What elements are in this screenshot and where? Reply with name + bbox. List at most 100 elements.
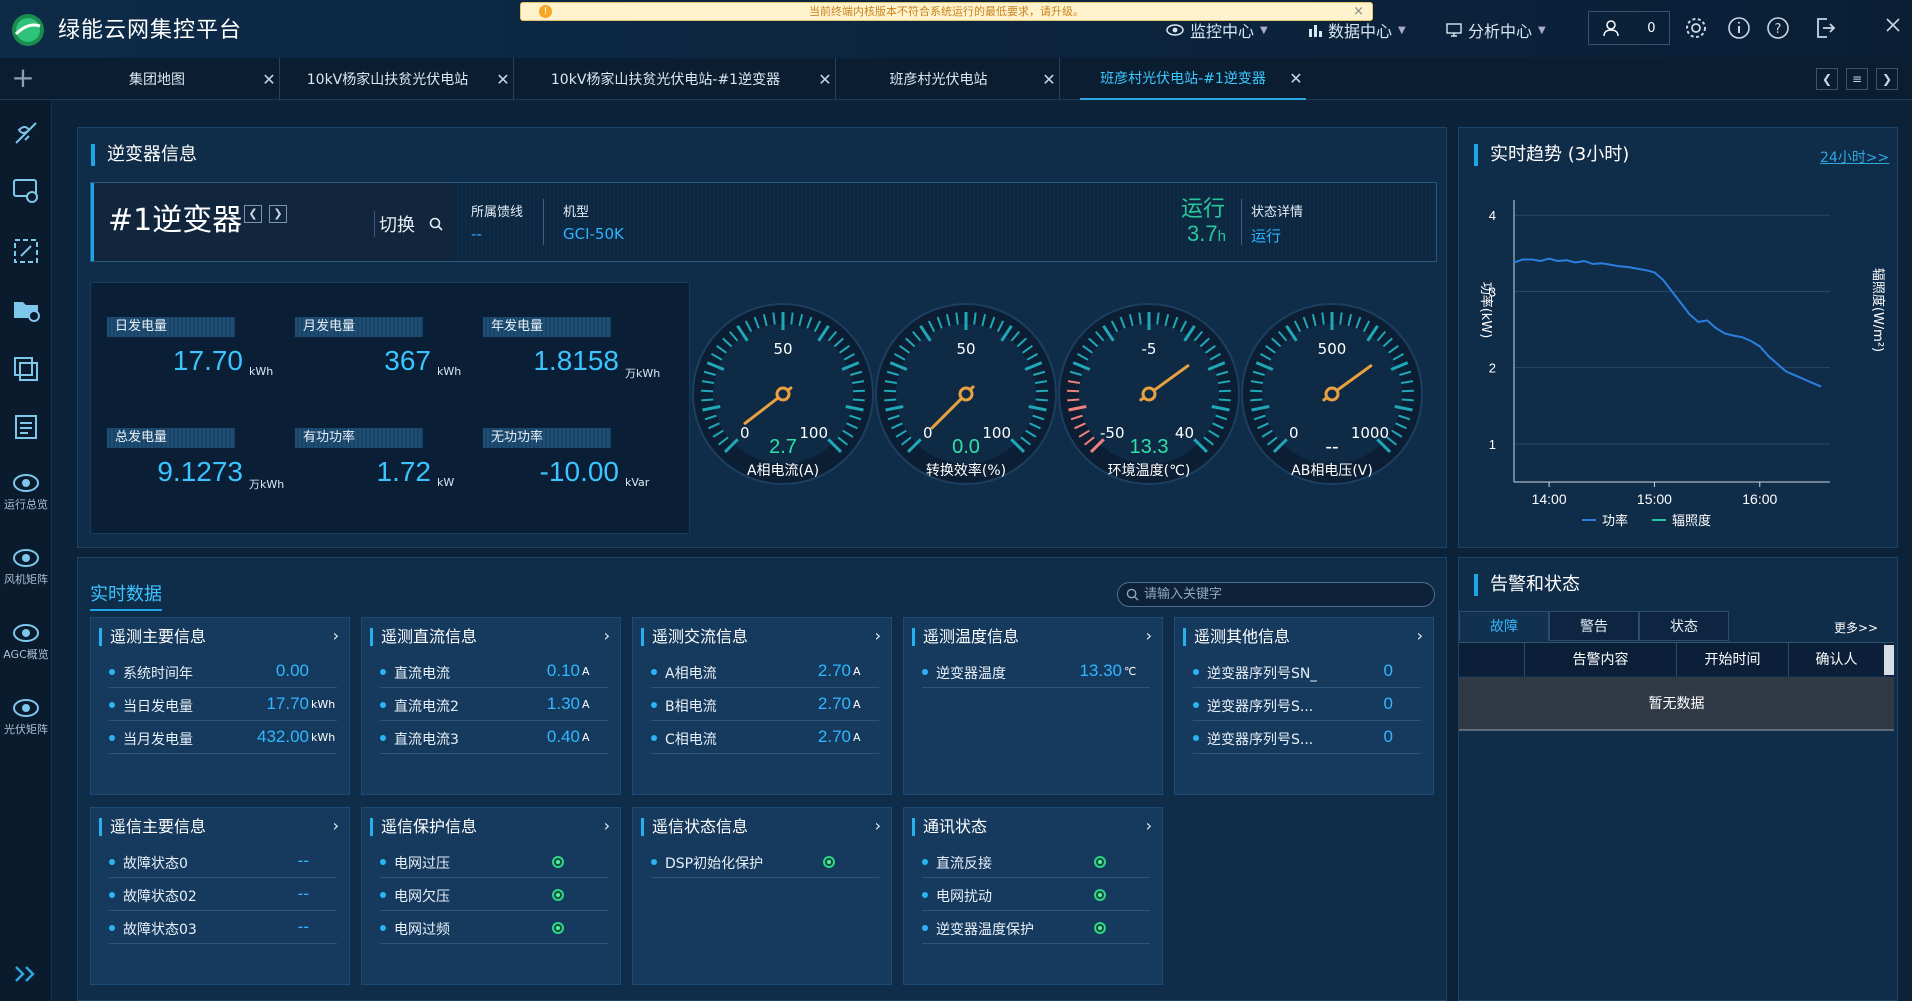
sidebar-item-overview[interactable]: 运行总览 bbox=[0, 472, 52, 512]
data-card: 通讯状态 › 直流反接 电网扰动 逆变器温度保护 bbox=[903, 807, 1163, 985]
gauge-value: 13.3 bbox=[1129, 436, 1169, 458]
card-title: 遥测其他信息 bbox=[1183, 628, 1290, 646]
next-inverter-button[interactable]: ❯ bbox=[269, 205, 287, 223]
tab-menu-button[interactable]: ≡ bbox=[1846, 68, 1868, 90]
data-row: 故障状态03 -- bbox=[109, 912, 337, 944]
row-unit: A bbox=[582, 731, 590, 744]
nav-monitor-center[interactable]: 监控中心 ▼ bbox=[1166, 18, 1268, 42]
nav-data-center[interactable]: 数据中心 ▼ bbox=[1308, 18, 1406, 42]
chevron-right-icon[interactable]: › bbox=[875, 816, 881, 835]
sidebar-item-folder[interactable] bbox=[0, 294, 52, 324]
settings-gear-icon[interactable] bbox=[1683, 15, 1709, 41]
row-value: 0.40 bbox=[546, 727, 580, 746]
close-icon[interactable]: ✕ bbox=[493, 70, 513, 89]
nav-label: 监控中心 bbox=[1190, 22, 1255, 41]
sidebar-item-satellite[interactable] bbox=[0, 118, 52, 148]
row-value: -- bbox=[297, 917, 309, 936]
row-key: 逆变器序列号SN_ bbox=[1207, 666, 1318, 682]
data-card: 遥测主要信息 › 系统时间年 0.00 当日发电量 17.70 kWh 当月发电量 432.00… bbox=[90, 617, 350, 795]
tab-prev-button[interactable]: ❮ bbox=[1816, 68, 1838, 90]
notice-text: 当前终端内核版本不符合系统运行的最低要求，请升级。 bbox=[809, 5, 1084, 18]
tab-next-button[interactable]: ❯ bbox=[1876, 68, 1898, 90]
row-key: 逆变器序列号S... bbox=[1207, 732, 1314, 748]
close-icon[interactable]: ✕ bbox=[815, 70, 835, 89]
nav-label: 分析中心 bbox=[1468, 22, 1533, 41]
sidebar-item-pv-matrix[interactable]: 光伏矩阵 bbox=[0, 697, 52, 737]
bullet-icon bbox=[380, 735, 386, 741]
close-icon[interactable]: ✕ bbox=[1039, 70, 1059, 89]
sidebar-item-wind-matrix[interactable]: 风机矩阵 bbox=[0, 547, 52, 587]
bullet-icon bbox=[1193, 702, 1199, 708]
chevron-down-icon: ▼ bbox=[1260, 24, 1268, 36]
status-indicator-icon bbox=[1094, 856, 1106, 868]
bullet-icon bbox=[651, 735, 657, 741]
y-tick-label: 2 bbox=[1489, 361, 1496, 376]
tab-warning[interactable]: 警告 bbox=[1549, 611, 1639, 641]
logout-icon[interactable] bbox=[1812, 15, 1838, 41]
chevron-right-icon[interactable]: › bbox=[875, 626, 881, 645]
data-row: C相电流 2.70 A bbox=[651, 722, 879, 754]
sidebar-item-edit[interactable] bbox=[0, 236, 52, 266]
gauge-ambient-temperature: -5 -50 40 13.3 环境温度(℃) bbox=[1056, 300, 1242, 490]
tab-banyan-inverter[interactable]: 班彦村光伏电站-#1逆变器 ✕ bbox=[1080, 58, 1306, 100]
trend-24h-link[interactable]: 24小时>> bbox=[1820, 147, 1889, 167]
info-icon[interactable] bbox=[1726, 15, 1752, 41]
close-window-icon[interactable] bbox=[1880, 12, 1906, 38]
tab-status[interactable]: 状态 bbox=[1639, 611, 1729, 641]
chevron-right-icon[interactable]: › bbox=[604, 626, 610, 645]
y-tick-label: 1 bbox=[1489, 437, 1496, 452]
gauge-hub bbox=[775, 386, 791, 402]
tab-yangjiashan-inverter[interactable]: 10kV杨家山扶贫光伏电站-#1逆变器 ✕ bbox=[516, 58, 836, 100]
alarm-more-link[interactable]: 更多>> bbox=[1834, 619, 1878, 636]
tab-label: 班彦村光伏电站 bbox=[889, 72, 988, 88]
row-value: 0 bbox=[1383, 661, 1393, 680]
chevron-right-icon[interactable]: › bbox=[604, 816, 610, 835]
tab-yangjiashan-station[interactable]: 10kV杨家山扶贫光伏电站 ✕ bbox=[282, 58, 514, 100]
col-header-start-time[interactable]: 开始时间 bbox=[1677, 643, 1789, 677]
tab-fault[interactable]: 故障 bbox=[1459, 611, 1549, 641]
col-header-blank bbox=[1459, 643, 1525, 677]
sidebar-item-list[interactable] bbox=[0, 412, 52, 442]
sidebar-item-layers[interactable] bbox=[0, 354, 52, 384]
eye-icon bbox=[13, 624, 39, 642]
chevron-right-icon[interactable]: › bbox=[1146, 626, 1152, 645]
help-icon[interactable]: ? bbox=[1765, 15, 1791, 41]
col-header-confirmer[interactable]: 确认人 bbox=[1789, 643, 1885, 677]
status-indicator-icon bbox=[823, 856, 835, 868]
card-title: 遥信主要信息 bbox=[99, 818, 206, 836]
tab-group-map[interactable]: 集团地图 ✕ bbox=[55, 58, 280, 100]
close-icon[interactable]: ✕ bbox=[1286, 69, 1306, 88]
sidebar-item-agc[interactable]: AGC概览 bbox=[0, 622, 52, 662]
alarm-empty-state: 暂无数据 bbox=[1459, 677, 1894, 731]
sidebar-expand-button[interactable] bbox=[0, 964, 52, 984]
chevron-right-icon[interactable]: › bbox=[1146, 816, 1152, 835]
tab-label: 班彦村光伏电站-#1逆变器 bbox=[1100, 71, 1266, 87]
gauge-value: 0.0 bbox=[952, 436, 980, 458]
sidebar-item-monitor[interactable] bbox=[0, 176, 52, 206]
chevron-right-icon[interactable]: › bbox=[333, 816, 339, 835]
tab-banyan-station[interactable]: 班彦村光伏电站 ✕ bbox=[838, 58, 1060, 100]
divider bbox=[1241, 199, 1242, 245]
add-tab-button[interactable]: + bbox=[8, 64, 38, 94]
bullet-icon bbox=[380, 669, 386, 675]
chevron-right-icon[interactable]: › bbox=[1417, 626, 1423, 645]
prev-inverter-button[interactable]: ❮ bbox=[244, 205, 262, 223]
row-key: 逆变器温度 bbox=[936, 666, 1006, 682]
search-placeholder: 请输入关键字 bbox=[1144, 587, 1223, 602]
close-icon[interactable]: ✕ bbox=[259, 70, 279, 89]
card-title: 遥测主要信息 bbox=[99, 628, 206, 646]
nav-analysis-center[interactable]: 分析中心 ▼ bbox=[1446, 18, 1546, 42]
user-button[interactable]: 0 bbox=[1588, 11, 1670, 45]
switch-inverter-button[interactable]: 切换 bbox=[374, 211, 443, 237]
feeder-label: 所属馈线 bbox=[471, 205, 524, 220]
data-row: 逆变器序列号S... 0 bbox=[1193, 689, 1421, 721]
data-card: 遥测温度信息 › 逆变器温度 13.30 ℃ bbox=[903, 617, 1163, 795]
col-header-content[interactable]: 告警内容 bbox=[1525, 643, 1677, 677]
row-unit: A bbox=[853, 698, 861, 711]
keyword-search-input[interactable]: 请输入关键字 bbox=[1117, 582, 1435, 607]
row-key: 逆变器序列号S... bbox=[1207, 699, 1314, 715]
row-unit: A bbox=[582, 665, 590, 678]
chevron-right-icon[interactable]: › bbox=[333, 626, 339, 645]
gauge-tick bbox=[955, 312, 959, 325]
table-scrollbar[interactable] bbox=[1884, 645, 1894, 675]
